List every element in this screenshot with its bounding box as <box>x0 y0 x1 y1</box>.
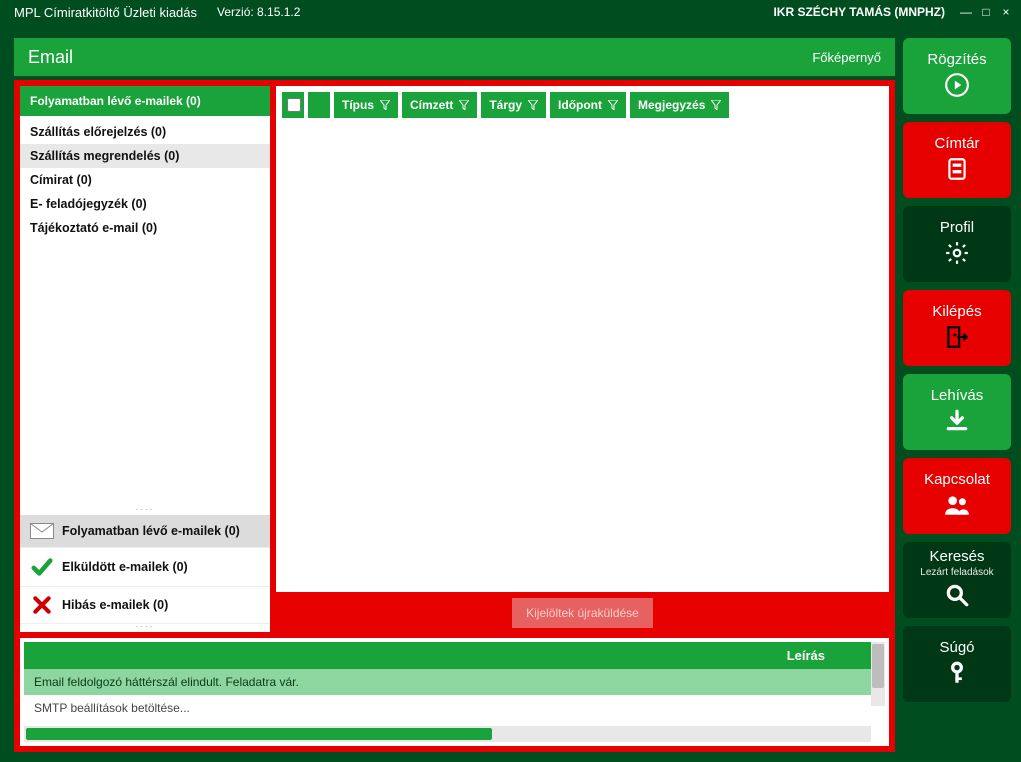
col-cimzett[interactable]: Címzett <box>402 92 477 118</box>
col-megjegyzes[interactable]: Megjegyzés <box>630 92 729 118</box>
key-icon <box>944 660 970 690</box>
right-panel: Típus Címzett Tárgy <box>276 86 889 632</box>
action-profil[interactable]: Profil <box>903 206 1011 282</box>
select-all-input[interactable] <box>287 98 301 112</box>
folder-sent[interactable]: Elküldött e-mailek (0) <box>20 548 270 587</box>
action-label: Súgó <box>939 639 974 656</box>
folder-error[interactable]: Hibás e-mailek (0) <box>20 587 270 624</box>
envelope-icon <box>30 523 54 539</box>
action-label: Profil <box>940 219 974 236</box>
tree-item[interactable]: Szállítás előrejelzés (0) <box>20 120 270 144</box>
filter-icon[interactable] <box>528 100 538 110</box>
gear-icon <box>944 240 970 270</box>
tree-header: Folyamatban lévő e-mailek (0) <box>20 86 270 116</box>
select-all-checkbox[interactable] <box>282 92 304 118</box>
breadcrumb[interactable]: Főképernyő <box>812 50 881 65</box>
action-kapcsolat[interactable]: Kapcsolat <box>903 458 1011 534</box>
exit-icon <box>944 324 970 354</box>
splitter[interactable]: ···· <box>20 507 270 515</box>
folder-label: Elküldött e-mailek (0) <box>62 560 188 574</box>
filter-icon[interactable] <box>608 100 618 110</box>
action-sidebar: Rögzítés Címtár Profil Kilépés Lehívás K… <box>903 38 1011 752</box>
search-icon <box>944 582 970 612</box>
action-sugo[interactable]: Súgó <box>903 626 1011 702</box>
col-idopont[interactable]: Időpont <box>550 92 626 118</box>
maximize-button[interactable]: □ <box>979 5 993 19</box>
col-label: Tárgy <box>489 98 522 112</box>
email-grid: Típus Címzett Tárgy <box>276 86 889 592</box>
col-label: Időpont <box>558 98 602 112</box>
content-frame: Folyamatban lévő e-mailek (0) Szállítás … <box>14 80 895 752</box>
close-button[interactable]: × <box>999 5 1013 19</box>
play-icon <box>944 72 970 102</box>
tree-item[interactable]: Szállítás megrendelés (0) <box>20 144 270 168</box>
action-label: Kapcsolat <box>924 471 990 488</box>
action-label: Kilépés <box>932 303 981 320</box>
folder-list: Folyamatban lévő e-mailek (0) Elküldött … <box>20 515 270 624</box>
app-title: MPL Címiratkitöltő Üzleti kiadás <box>14 5 197 20</box>
vertical-scrollbar[interactable] <box>871 642 885 706</box>
folder-in-progress[interactable]: Folyamatban lévő e-mailek (0) <box>20 515 270 548</box>
filter-icon[interactable] <box>380 100 390 110</box>
action-cimtar[interactable]: Címtár <box>903 122 1011 198</box>
horizontal-scrollbar[interactable] <box>24 726 871 742</box>
folder-label: Folyamatban lévő e-mailek (0) <box>62 524 240 538</box>
folder-label: Hibás e-mailek (0) <box>62 598 168 612</box>
col-tipus[interactable]: Típus <box>334 92 398 118</box>
title-bar: MPL Címiratkitöltő Üzleti kiadás Verzió:… <box>0 0 1021 24</box>
col-targy[interactable]: Tárgy <box>481 92 546 118</box>
action-label: Keresés <box>929 548 984 565</box>
left-panel: Folyamatban lévő e-mailek (0) Szállítás … <box>20 86 270 632</box>
current-user: IKR SZÉCHY TAMÁS (MNPHZ) <box>773 5 945 19</box>
x-icon <box>30 595 54 615</box>
check-icon <box>30 556 54 578</box>
tree-item[interactable]: Tájékoztató e-mail (0) <box>20 216 270 240</box>
tree-item[interactable]: E- feladójegyzék (0) <box>20 192 270 216</box>
address-book-icon <box>944 156 970 186</box>
people-icon <box>944 492 970 522</box>
resend-selected-button[interactable]: Kijelöltek újraküldése <box>512 598 653 628</box>
log-header: Leírás <box>24 642 885 669</box>
log-row: Email feldolgozó háttérszál elindult. Fe… <box>24 669 885 695</box>
tree-item[interactable]: Címirat (0) <box>20 168 270 192</box>
grid-header: Típus Címzett Tárgy <box>276 86 889 124</box>
filter-icon[interactable] <box>711 100 721 110</box>
window-buttons: — □ × <box>959 5 1013 19</box>
page-header: Email Főképernyő <box>14 38 895 76</box>
action-kereses[interactable]: Keresés Lezárt feladások <box>903 542 1011 618</box>
download-icon <box>944 408 970 438</box>
app-version: Verzió: 8.15.1.2 <box>217 5 300 19</box>
splitter[interactable]: ···· <box>20 624 270 632</box>
action-sublabel: Lezárt feladások <box>920 567 993 578</box>
action-label: Lehívás <box>931 387 984 404</box>
action-label: Rögzítés <box>927 51 986 68</box>
grid-header-blank <box>308 92 330 118</box>
action-kilepes[interactable]: Kilépés <box>903 290 1011 366</box>
log-panel: Leírás Email feldolgozó háttérszál elind… <box>20 638 889 746</box>
filter-icon[interactable] <box>459 100 469 110</box>
page-title: Email <box>28 47 812 68</box>
log-row: SMTP beállítások betöltése... <box>24 695 885 721</box>
action-rogzites[interactable]: Rögzítés <box>903 38 1011 114</box>
minimize-button[interactable]: — <box>959 5 973 19</box>
action-label: Címtár <box>935 135 980 152</box>
tree: Szállítás előrejelzés (0) Szállítás megr… <box>20 116 270 507</box>
col-label: Címzett <box>410 98 453 112</box>
action-lehivas[interactable]: Lehívás <box>903 374 1011 450</box>
col-label: Típus <box>342 98 374 112</box>
col-label: Megjegyzés <box>638 98 705 112</box>
